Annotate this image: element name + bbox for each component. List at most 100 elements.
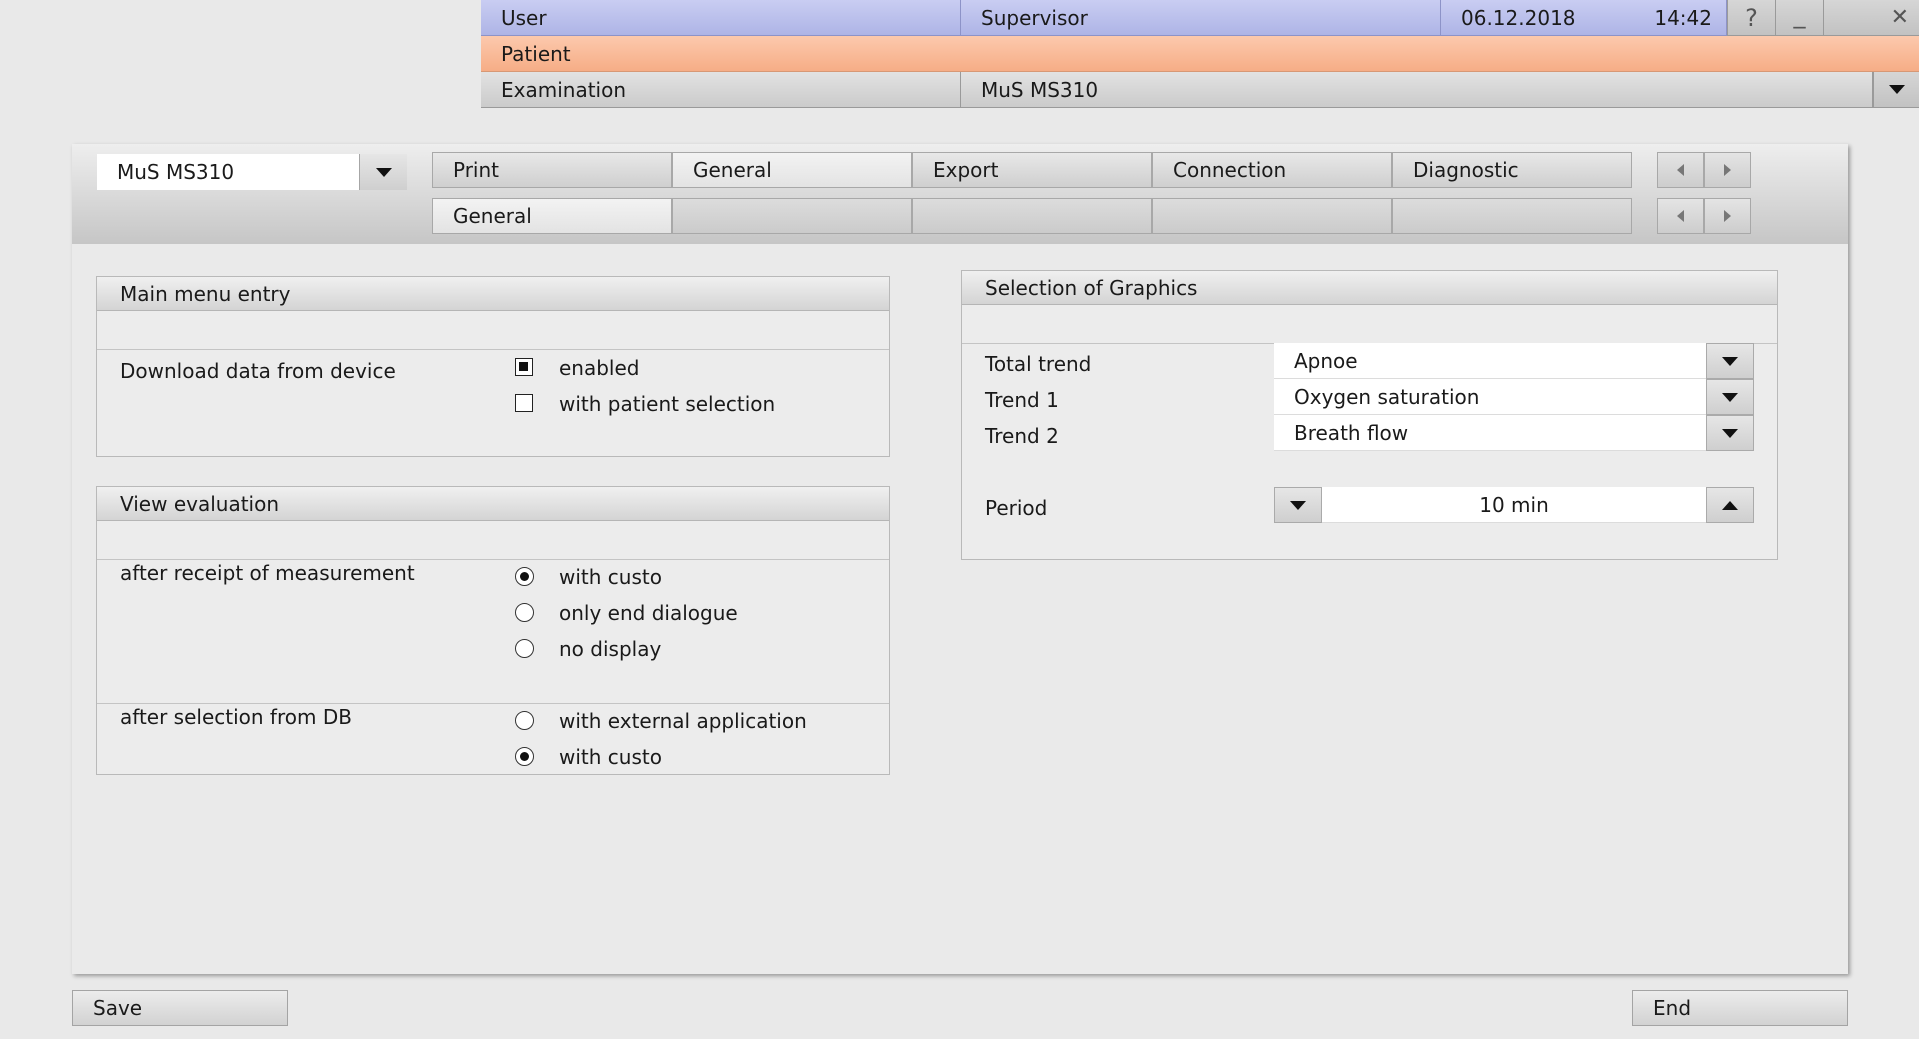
examination-value: MuS MS310 xyxy=(981,77,1099,102)
trend-1-value: Oxygen saturation xyxy=(1294,384,1480,409)
subtabs-scroll-left-button[interactable] xyxy=(1657,198,1704,234)
close-icon: ✕ xyxy=(1890,5,1909,30)
subtab-general[interactable]: General xyxy=(432,198,672,234)
chevron-down-icon xyxy=(1722,428,1738,438)
enabled-label[interactable]: enabled xyxy=(559,356,640,380)
group-title-text: Selection of Graphics xyxy=(985,275,1198,300)
subtab-label: General xyxy=(453,204,532,228)
help-icon: ? xyxy=(1745,3,1758,32)
trend-2-select[interactable]: Breath flow xyxy=(1274,415,1706,451)
selection-external-app-radio[interactable] xyxy=(515,711,534,730)
end-button[interactable]: End xyxy=(1632,990,1848,1026)
tab-general[interactable]: General xyxy=(672,152,912,188)
subtab-empty-3 xyxy=(1152,198,1392,234)
user-label: User xyxy=(501,5,547,30)
examination-label: Examination xyxy=(501,77,627,102)
datetime-cell: 06.12.2018 14:42 xyxy=(1441,0,1727,36)
examination-select[interactable]: MuS MS310 xyxy=(961,72,1873,108)
divider xyxy=(97,349,889,350)
period-value-field[interactable]: 10 min xyxy=(1322,487,1706,523)
period-decrease-button[interactable] xyxy=(1274,487,1322,523)
group-title: Main menu entry xyxy=(97,277,889,311)
group-title: Selection of Graphics xyxy=(962,271,1777,305)
chevron-down-icon xyxy=(375,167,392,177)
after-receipt-label: after receipt of measurement xyxy=(120,561,415,585)
trend-2-value: Breath flow xyxy=(1294,420,1409,445)
trend-2-dropdown-button[interactable] xyxy=(1706,415,1754,451)
user-label-cell: User xyxy=(481,0,961,36)
chevron-right-icon xyxy=(1724,210,1731,222)
receipt-end-dialogue-radio[interactable] xyxy=(515,603,534,622)
time-display: 14:42 xyxy=(1654,5,1712,30)
save-button-label: Save xyxy=(93,996,143,1020)
trend-1-dropdown-button[interactable] xyxy=(1706,379,1754,415)
tab-label: General xyxy=(693,158,772,182)
divider xyxy=(97,703,889,704)
receipt-end-dialogue-label[interactable]: only end dialogue xyxy=(559,601,738,625)
period-increase-button[interactable] xyxy=(1706,487,1754,523)
chevron-left-icon xyxy=(1677,164,1684,176)
chevron-up-icon xyxy=(1722,500,1738,510)
trend-1-select[interactable]: Oxygen saturation xyxy=(1274,379,1706,415)
tab-connection[interactable]: Connection xyxy=(1152,152,1392,188)
chevron-down-icon xyxy=(1888,85,1905,94)
date-display: 06.12.2018 xyxy=(1461,5,1576,30)
save-button[interactable]: Save xyxy=(72,990,288,1026)
tab-label: Diagnostic xyxy=(1413,158,1519,182)
help-button[interactable]: ? xyxy=(1727,0,1775,36)
trend-2-label: Trend 2 xyxy=(985,424,1059,448)
tab-export[interactable]: Export xyxy=(912,152,1152,188)
tabs-scroll-left-button[interactable] xyxy=(1657,152,1704,188)
group-title-text: Main menu entry xyxy=(120,281,291,306)
total-trend-dropdown-button[interactable] xyxy=(1706,343,1754,379)
device-select-dropdown-button[interactable] xyxy=(359,154,407,190)
receipt-no-display-radio[interactable] xyxy=(515,639,534,658)
subtab-empty-4 xyxy=(1392,198,1632,234)
patient-selection-checkbox[interactable] xyxy=(515,394,533,412)
minimize-button[interactable]: _ xyxy=(1775,0,1823,36)
view-evaluation-group: View evaluation after receipt of measure… xyxy=(96,486,890,775)
chevron-down-icon xyxy=(1290,500,1306,510)
subtabs-scroll-right-button[interactable] xyxy=(1704,198,1751,234)
tabs-scroll-right-button[interactable] xyxy=(1704,152,1751,188)
chevron-right-icon xyxy=(1724,164,1731,176)
end-button-label: End xyxy=(1653,996,1692,1020)
subtab-empty-1 xyxy=(672,198,912,234)
download-data-label: Download data from device xyxy=(120,359,396,383)
tab-label: Export xyxy=(933,158,999,182)
close-button[interactable]: ✕ xyxy=(1823,0,1919,36)
tab-diagnostic[interactable]: Diagnostic xyxy=(1392,152,1632,188)
divider xyxy=(97,559,889,560)
examination-dropdown-button[interactable] xyxy=(1873,72,1919,108)
tab-label: Connection xyxy=(1173,158,1287,182)
minimize-icon: _ xyxy=(1793,0,1806,29)
patient-value-cell[interactable] xyxy=(961,36,1919,72)
trend-1-label: Trend 1 xyxy=(985,388,1059,412)
period-value: 10 min xyxy=(1479,492,1549,517)
tab-print[interactable]: Print xyxy=(432,152,672,188)
group-title: View evaluation xyxy=(97,487,889,521)
total-trend-select[interactable]: Apnoe xyxy=(1274,343,1706,379)
chevron-left-icon xyxy=(1677,210,1684,222)
enabled-checkbox[interactable] xyxy=(515,358,533,376)
chevron-down-icon xyxy=(1722,392,1738,402)
main-menu-entry-group: Main menu entry Download data from devic… xyxy=(96,276,890,457)
patient-label-cell: Patient xyxy=(481,36,961,72)
after-selection-label: after selection from DB xyxy=(120,705,352,729)
selection-with-custo-radio[interactable] xyxy=(515,747,534,766)
graphics-selection-group: Selection of Graphics Total trend Apnoe … xyxy=(961,270,1778,560)
examination-label-cell: Examination xyxy=(481,72,961,108)
receipt-no-display-label[interactable]: no display xyxy=(559,637,661,661)
patient-selection-label[interactable]: with patient selection xyxy=(559,392,775,416)
receipt-with-custo-label[interactable]: with custo xyxy=(559,565,662,589)
receipt-with-custo-radio[interactable] xyxy=(515,567,534,586)
selection-with-custo-label[interactable]: with custo xyxy=(559,745,662,769)
subtab-empty-2 xyxy=(912,198,1152,234)
device-select[interactable]: MuS MS310 xyxy=(97,154,359,190)
total-trend-value: Apnoe xyxy=(1294,348,1358,373)
device-select-value: MuS MS310 xyxy=(117,160,235,184)
tab-label: Print xyxy=(453,158,500,182)
user-value-cell[interactable]: Supervisor xyxy=(961,0,1441,36)
patient-label: Patient xyxy=(501,41,571,66)
selection-external-app-label[interactable]: with external application xyxy=(559,709,807,733)
